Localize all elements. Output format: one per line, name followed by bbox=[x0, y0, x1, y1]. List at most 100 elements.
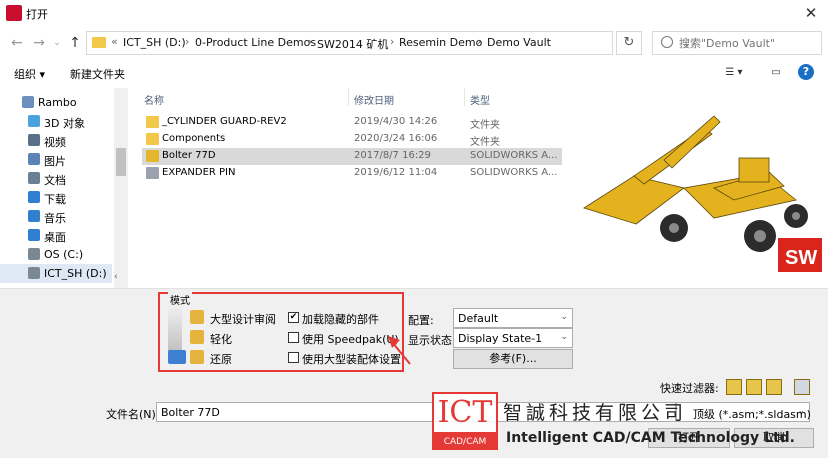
desktop-icon bbox=[28, 229, 40, 241]
preview-pane-icon[interactable]: ▭ bbox=[766, 65, 786, 81]
address-bar[interactable]: « ICT_SH (D:) › 0-Product Line Demos › S… bbox=[86, 31, 691, 55]
sidebar-item-pictures[interactable]: 图片 bbox=[0, 150, 112, 169]
scrollbar-thumb[interactable] bbox=[116, 148, 126, 176]
resolved-icon bbox=[190, 350, 204, 364]
filter-assemblies-icon[interactable] bbox=[746, 379, 762, 395]
ict-logo: ICT CAD/CAM bbox=[432, 392, 498, 458]
up-arrow-icon[interactable]: ↑ bbox=[66, 32, 84, 54]
sidebar-item-3d-objects[interactable]: 3D 对象 bbox=[0, 112, 112, 131]
column-header-date[interactable]: 修改日期 bbox=[354, 92, 394, 107]
filter-top-level-icon[interactable] bbox=[794, 379, 810, 395]
organize-button[interactable]: 组织 ▾ bbox=[14, 66, 45, 82]
search-icon bbox=[661, 36, 673, 48]
chevron-right-icon[interactable]: › bbox=[390, 35, 394, 48]
mode-group: 模式 大型设计审阅 轻化 还原 ✔ 加载隐藏的部件 使用 Speedpak(U)… bbox=[158, 292, 404, 372]
close-icon[interactable]: ✕ bbox=[800, 2, 822, 24]
chevron-right-icon[interactable]: › bbox=[185, 35, 189, 48]
navigation-pane: Rambo 3D 对象 视频 图片 文档 下载 音乐 桌面 OS (C:) IC… bbox=[0, 88, 128, 288]
file-list: 名称 修改日期 类型 _CYLINDER GUARD-REV2 2019/4/3… bbox=[136, 88, 564, 288]
user-icon bbox=[22, 96, 34, 108]
assembly-icon bbox=[146, 150, 159, 162]
config-select[interactable]: Default ⌄ bbox=[453, 308, 573, 328]
chevron-right-icon[interactable]: › bbox=[308, 35, 312, 48]
file-list-header: 名称 修改日期 类型 bbox=[136, 88, 564, 107]
command-bar: 组织 ▾ 新建文件夹 ☰ ▾ ▭ ? bbox=[0, 60, 828, 86]
file-row[interactable]: EXPANDER PIN 2019/6/12 11:04 SOLIDWORKS … bbox=[142, 165, 562, 182]
file-row[interactable]: Bolter 77D 2017/8/7 16:29 SOLIDWORKS A..… bbox=[142, 148, 562, 165]
chevron-down-icon: ⌄ bbox=[797, 406, 805, 416]
column-header-type[interactable]: 类型 bbox=[470, 92, 490, 107]
navigation-bar: ← → ⌄ ↑ « ICT_SH (D:) › 0-Product Line D… bbox=[0, 28, 828, 58]
mode-legend: 模式 bbox=[168, 292, 192, 307]
solidworks-app-icon bbox=[6, 5, 22, 21]
search-box[interactable] bbox=[652, 31, 822, 55]
svg-text:SW: SW bbox=[785, 247, 817, 269]
document-icon bbox=[28, 172, 40, 184]
chevron-right-icon[interactable]: › bbox=[477, 35, 481, 48]
large-assembly-checkbox[interactable] bbox=[288, 352, 299, 363]
sidebar-scrollbar[interactable] bbox=[114, 88, 128, 288]
sidebar-item-rambo[interactable]: Rambo bbox=[0, 93, 112, 112]
window-title: 打开 bbox=[26, 8, 48, 21]
new-folder-button[interactable]: 新建文件夹 bbox=[70, 66, 125, 82]
watermark-english-name: Intelligent CAD/CAM Technology Ltd. bbox=[506, 430, 795, 446]
preview-pane: SW bbox=[564, 88, 828, 288]
download-icon bbox=[28, 191, 40, 203]
file-row[interactable]: _CYLINDER GUARD-REV2 2019/4/30 14:26 文件夹 bbox=[142, 114, 562, 131]
display-state-label: 显示状态: bbox=[408, 334, 456, 347]
refresh-icon[interactable]: ↻ bbox=[616, 31, 642, 55]
column-header-name[interactable]: 名称 bbox=[144, 92, 164, 107]
large-design-review-label[interactable]: 大型设计审阅 bbox=[210, 311, 276, 327]
breadcrumb-demo-vault[interactable]: Demo Vault bbox=[487, 36, 551, 49]
lightweight-label[interactable]: 轻化 bbox=[210, 331, 232, 347]
forward-arrow-icon[interactable]: → bbox=[30, 32, 48, 54]
mode-slider-track[interactable] bbox=[168, 306, 182, 352]
resolved-label[interactable]: 还原 bbox=[210, 351, 232, 367]
breadcrumb-sw2014[interactable]: SW2014 矿机 bbox=[317, 36, 388, 52]
filename-label: 文件名(N): bbox=[106, 408, 160, 421]
sidebar-item-desktop[interactable]: 桌面 bbox=[0, 226, 112, 245]
speedpak-checkbox[interactable] bbox=[288, 332, 299, 343]
chevron-down-icon: ⌄ bbox=[560, 312, 568, 322]
mode-slider-thumb[interactable] bbox=[168, 350, 186, 364]
filter-parts-icon[interactable] bbox=[726, 379, 742, 395]
breadcrumb-resemin[interactable]: Resemin Demo bbox=[399, 36, 482, 49]
breadcrumb-product-line[interactable]: 0-Product Line Demos bbox=[195, 36, 316, 49]
sidebar-item-os-c[interactable]: OS (C:) bbox=[0, 245, 112, 264]
breadcrumb-drive[interactable]: ICT_SH (D:) bbox=[123, 36, 186, 49]
back-arrow-icon[interactable]: ← bbox=[8, 32, 26, 54]
sidebar-item-downloads[interactable]: 下载 bbox=[0, 188, 112, 207]
file-row[interactable]: Components 2020/3/24 16:06 文件夹 bbox=[142, 131, 562, 148]
help-icon[interactable]: ? bbox=[798, 64, 814, 80]
sidebar-item-documents[interactable]: 文档 bbox=[0, 169, 112, 188]
search-input[interactable] bbox=[679, 35, 819, 51]
folder-icon bbox=[92, 37, 106, 48]
view-options-icon[interactable]: ☰ ▾ bbox=[724, 65, 744, 81]
load-hidden-label: 加载隐藏的部件 bbox=[302, 313, 379, 326]
config-label: 配置: bbox=[408, 314, 434, 327]
assembly-icon bbox=[146, 167, 159, 179]
load-hidden-checkbox[interactable]: ✔ bbox=[288, 312, 299, 323]
picture-icon bbox=[28, 153, 40, 165]
reference-button[interactable]: 参考(F)... bbox=[453, 349, 573, 369]
folder-icon bbox=[146, 133, 159, 145]
drive-icon bbox=[28, 267, 40, 279]
chevron-down-icon: ⌄ bbox=[560, 332, 568, 342]
quick-filter-label: 快速过滤器: bbox=[660, 382, 719, 395]
recent-dropdown-icon[interactable]: ⌄ bbox=[48, 32, 66, 54]
breadcrumb-overflow[interactable]: « bbox=[111, 35, 118, 48]
folder-icon bbox=[146, 116, 159, 128]
filetype-select[interactable]: 顶级 (*.asm;*.sldasm) ⌄ bbox=[676, 402, 811, 422]
music-icon bbox=[28, 210, 40, 222]
display-state-select[interactable]: Display State-1 ⌄ bbox=[453, 328, 573, 348]
title-bar: 打开 ✕ bbox=[0, 0, 828, 26]
sidebar-item-videos[interactable]: 视频 bbox=[0, 131, 112, 150]
sidebar-item-music[interactable]: 音乐 bbox=[0, 207, 112, 226]
lightweight-icon bbox=[190, 330, 204, 344]
cube-icon bbox=[28, 115, 40, 127]
large-design-review-icon bbox=[190, 310, 204, 324]
watermark-chinese-name: 智誠科技有限公司 bbox=[503, 402, 688, 424]
scroll-left-icon[interactable]: ‹ bbox=[114, 272, 124, 286]
sidebar-item-ict-sh-d[interactable]: ICT_SH (D:) bbox=[0, 264, 112, 283]
filter-drawings-icon[interactable] bbox=[766, 379, 782, 395]
